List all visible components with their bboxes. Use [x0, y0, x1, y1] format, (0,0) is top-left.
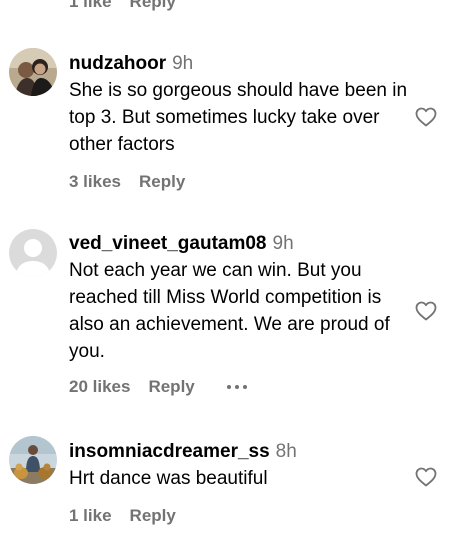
comment-time: 8h [275, 441, 297, 462]
like-count[interactable]: 3 likes [69, 172, 121, 192]
comment-text: Hrt dance was beautiful [69, 468, 268, 489]
like-count[interactable]: 1 like [69, 0, 112, 11]
comment-time: 9h [172, 53, 194, 74]
comment-time: 9h [272, 233, 294, 254]
comment-actions: 1 like Reply [69, 506, 409, 526]
heart-icon[interactable] [414, 105, 438, 129]
comment-text: Not each year we can win. But you reache… [69, 260, 390, 362]
like-count[interactable]: 1 like [69, 506, 112, 526]
comment-actions: 20 likes Reply [69, 377, 409, 397]
avatar[interactable] [9, 436, 57, 484]
comment-text: She is so gorgeous should have been in t… [69, 80, 408, 155]
avatar[interactable] [9, 229, 57, 277]
reply-button[interactable]: Reply [130, 0, 176, 11]
comment-header: insomniacdreamer_ss 8h [69, 439, 409, 465]
profile-photo-dogs-icon [9, 436, 57, 484]
comment-username[interactable]: ved_vineet_gautam08 [69, 233, 267, 254]
heart-icon[interactable] [414, 299, 438, 323]
previous-comment-meta: 1 like Reply [69, 0, 176, 12]
comment-username[interactable]: nudzahoor [69, 53, 166, 74]
more-options-icon[interactable] [226, 385, 247, 389]
comment-header: ved_vineet_gautam08 9h [69, 231, 409, 257]
like-count[interactable]: 20 likes [69, 377, 130, 397]
avatar[interactable] [9, 48, 57, 96]
heart-icon[interactable] [414, 465, 438, 489]
comment-actions: 3 likes Reply [69, 172, 409, 192]
reply-button[interactable]: Reply [130, 506, 176, 526]
reply-button[interactable]: Reply [139, 172, 185, 192]
default-avatar-icon [9, 229, 57, 277]
reply-button[interactable]: Reply [148, 377, 194, 397]
comment-username[interactable]: insomniacdreamer_ss [69, 441, 270, 462]
profile-photo-couple-icon [9, 48, 57, 96]
comment-header: nudzahoor 9h [69, 51, 409, 77]
